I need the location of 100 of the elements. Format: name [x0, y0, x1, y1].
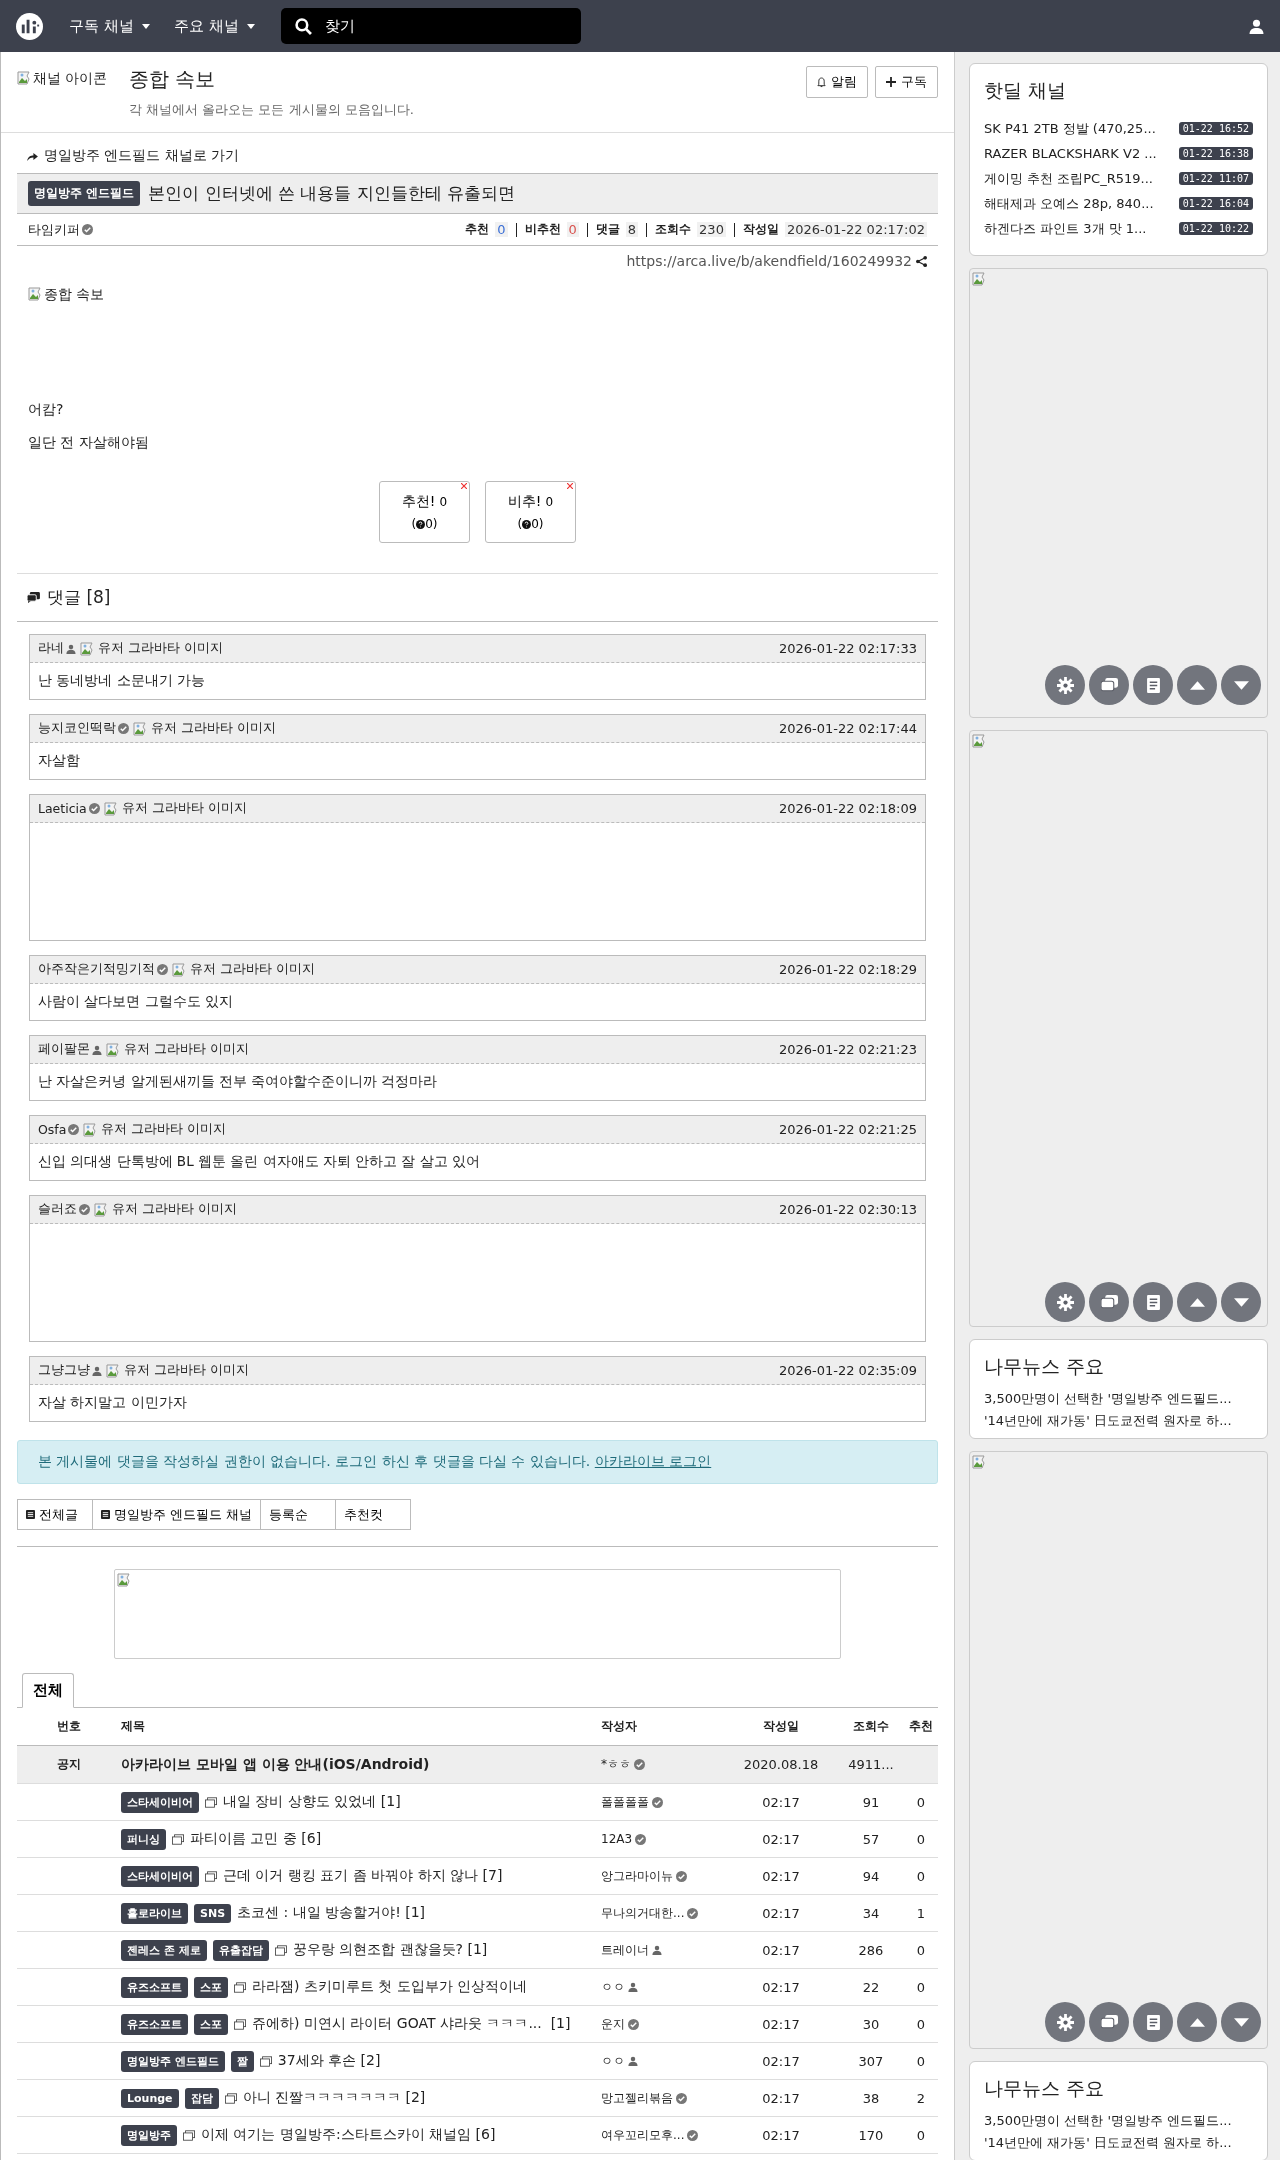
notification-button[interactable]: 알림	[806, 66, 868, 98]
category-tag[interactable]: 명일방주	[121, 2124, 177, 2146]
board-tab[interactable]: 전체	[22, 1673, 74, 1708]
nav-dropdown[interactable]: 구독 채널	[63, 16, 156, 36]
post-title-link[interactable]: 이제 여기는 명일방주:스타트스카이 채널임 [6]	[201, 2126, 496, 2144]
logo-icon[interactable]	[16, 12, 43, 40]
author-name[interactable]: 타임키퍼	[28, 220, 80, 239]
post-title-link[interactable]: 근데 이거 랭킹 표기 좀 바꿔야 하지 않나 [7]	[223, 1867, 503, 1885]
gallery-icon	[183, 2129, 195, 2141]
card-title: 핫딜 채널	[984, 78, 1068, 103]
category-tag[interactable]: 스포	[194, 1976, 228, 1998]
login-link[interactable]: 아카라이브 로그인	[594, 1453, 712, 1469]
column-header: 작성일	[763, 1718, 799, 1735]
comment-author[interactable]: 라네	[38, 640, 64, 657]
gallery-icon	[259, 2055, 272, 2067]
category-tag[interactable]: 스타세이비어	[121, 1865, 199, 1887]
category-tag[interactable]: 스포	[194, 2013, 228, 2035]
deal-link[interactable]: 해태제과 오예스 28p, 840...	[984, 194, 1154, 213]
down-arrow-icon	[1233, 1297, 1249, 1307]
vote-button[interactable]: 비추! 0 ( 0)	[485, 481, 576, 543]
deal-link[interactable]: SK P41 2TB 정발 (470,25...	[984, 119, 1156, 138]
post-title-link[interactable]: 라라잼) 츠키미루트 첫 도입부가 인상적이네	[252, 1978, 528, 1996]
author-name[interactable]: 12A3	[601, 1832, 633, 1846]
deal-link[interactable]: 게이밍 추천 조립PC_R519...	[984, 169, 1153, 188]
comment-author[interactable]: 능지코인떡락	[38, 720, 116, 737]
comment-author[interactable]: 아주작은기적밍기적	[38, 961, 155, 978]
author-name[interactable]: 망고젤리볶음	[601, 2089, 673, 2107]
channel-link[interactable]: 명일방주 엔드필드 채널로 가기	[17, 133, 938, 173]
image-alt-text: 유저 그라바타 이미지	[151, 720, 276, 737]
category-tag[interactable]: SNS	[194, 1903, 232, 1923]
column-header: 번호	[57, 1718, 81, 1735]
news-link[interactable]: '14년만에 재가동' 日도쿄전력 원자로 하...	[984, 2132, 1253, 2154]
share-arrow-icon	[27, 151, 38, 161]
filter-tab[interactable]: 등록순	[260, 1499, 337, 1530]
comment-author[interactable]: Laeticia	[38, 801, 87, 816]
news-link[interactable]: '14년만에 재가동' 日도쿄전력 원자로 하...	[984, 1410, 1253, 1432]
comment-text: 난 자살은커녕 알게된새끼들 전부 죽여야할수준이니까 걱정마라	[37, 1072, 439, 1091]
author-name[interactable]: 트레이너	[601, 1941, 649, 1959]
news-link[interactable]: 3,500만명이 선택한 '명일방주 엔드필드...	[984, 1388, 1253, 1410]
search-field[interactable]: 찾기	[280, 8, 581, 44]
category-tag[interactable]: 짤	[230, 2050, 254, 2072]
like-count: 0	[916, 2127, 926, 2143]
comment-author[interactable]: 그냥그냥	[38, 1362, 90, 1379]
user-icon[interactable]	[1249, 18, 1264, 34]
like-count: 0	[916, 2053, 926, 2069]
category-tag[interactable]: 스타세이비어	[121, 1791, 199, 1813]
stat-value: 230	[697, 222, 726, 237]
filter-tab[interactable]: 전체글	[17, 1499, 93, 1530]
post-url[interactable]: https://arca.live/b/akendfield/160249932	[626, 253, 912, 269]
like-count: 0	[916, 1831, 926, 1847]
post-title-link[interactable]: 파티이름 고민 중 [6]	[190, 1830, 322, 1848]
category-tag[interactable]: 유출잡담	[212, 1939, 269, 1961]
stat-value: 2026-01-22 02:17:02	[784, 222, 927, 237]
post-title-link[interactable]: 아니 진짤ㅋㅋㅋㅋㅋㅋㅋ [2]	[242, 2089, 426, 2107]
view-count: 307	[858, 2053, 884, 2069]
deal-link[interactable]: RAZER BLACKSHARK V2 ...	[984, 146, 1157, 161]
deal-link[interactable]: 하겐다즈 파인트 3개 맛 1...	[984, 219, 1147, 238]
category-tag[interactable]: 명일방주 엔드필드	[28, 181, 141, 206]
category-tag[interactable]: 잡담	[184, 2087, 219, 2109]
author-name[interactable]: 폴폴폴폴	[601, 1793, 649, 1811]
post-title-link[interactable]: 초코센 : 내일 방송할거야! [1]	[237, 1904, 426, 1922]
column-header: 조회수	[853, 1718, 889, 1735]
category-tag[interactable]: 홀로라이브	[121, 1902, 188, 1924]
subscribe-button[interactable]: 구독	[875, 66, 938, 98]
share-icon[interactable]	[916, 255, 927, 267]
author-name[interactable]: 운지	[601, 2015, 625, 2033]
category-tag[interactable]: 유즈소프트	[121, 1976, 188, 1998]
post-title-link[interactable]: 37세와 후손 [2]	[277, 2052, 381, 2070]
filter-tab[interactable]: 추천컷	[335, 1499, 412, 1530]
post-text: 어캄?	[28, 401, 65, 419]
author-name[interactable]: 앙그라마이뉴	[601, 1867, 673, 1885]
news-link[interactable]: 3,500만명이 선택한 '명일방주 엔드필드...	[984, 2110, 1253, 2132]
category-tag[interactable]: 유즈소프트	[121, 2013, 188, 2035]
comment-author[interactable]: Osfa	[38, 1122, 67, 1137]
author-name[interactable]: ㅇㅇ	[601, 1978, 625, 1996]
category-tag[interactable]: 퍼니싱	[121, 1828, 166, 1850]
gear-icon	[1056, 676, 1074, 694]
category-tag[interactable]: 명일방주 엔드필드	[121, 2050, 225, 2072]
nav-dropdown[interactable]: 주요 채널	[167, 16, 261, 36]
post-title-link[interactable]: 내일 장비 상향도 있었네 [1]	[223, 1793, 401, 1811]
category-tag[interactable]: Lounge	[121, 2088, 179, 2108]
post-title-link[interactable]: 꿍우랑 의현조합 괜찮을듯? [1]	[292, 1941, 488, 1959]
like-count: 0	[916, 1794, 926, 1810]
time-badge: 01-22 11:07	[1178, 172, 1253, 185]
comment-text: 신입 의대생 단톡방에 BL 웹툰 올린 여자애도 자퇴 안하고 잘 살고 있어	[37, 1152, 481, 1171]
post-title-link[interactable]: 쥬에하) 미연시 라이터 GOAT 샤라웃 ㅋㅋㅋ... [1]	[252, 2015, 571, 2033]
post-title-link[interactable]: 아카라이브 모바일 앱 이용 안내(iOS/Android)	[121, 1755, 430, 1774]
gallery-icon	[234, 2018, 246, 2030]
category-tag[interactable]: 젠레스 존 제로	[121, 1939, 207, 1961]
author-name[interactable]: 여우꼬리모후...	[601, 2126, 685, 2144]
broken-image-icon	[103, 800, 120, 817]
comment-author[interactable]: 페이팔몬	[38, 1041, 90, 1058]
broken-image-icon	[972, 1454, 988, 1470]
filter-tab[interactable]: 명일방주 엔드필드 채널	[92, 1499, 262, 1530]
view-count: 30	[862, 2016, 880, 2032]
vote-button[interactable]: 추천! 0 ( 0)	[379, 481, 470, 543]
comment-author[interactable]: 슬러죠	[38, 1201, 77, 1218]
author-name[interactable]: ㅇㅇ	[601, 2052, 625, 2070]
author-name[interactable]: *ㅎㅎ	[601, 1756, 631, 1773]
author-name[interactable]: 무나의거대한...	[601, 1904, 685, 1922]
